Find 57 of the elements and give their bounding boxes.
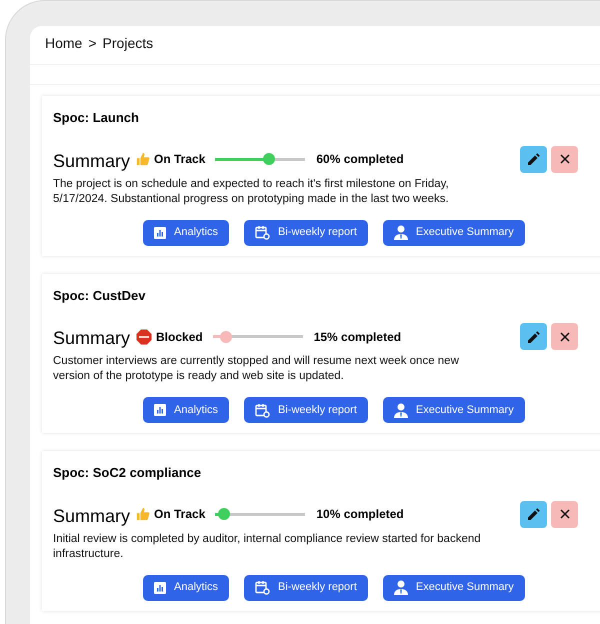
person-icon — [394, 580, 408, 595]
edit-button[interactable] — [520, 323, 547, 350]
close-button[interactable] — [551, 500, 578, 528]
project-title: Spoc: SoC2 compliance — [53, 464, 202, 482]
action-button[interactable]: Analytics — [143, 220, 230, 246]
progress-slider[interactable] — [215, 153, 306, 165]
thumbs-up-icon — [136, 152, 150, 166]
status-label: On Track — [154, 151, 206, 168]
project-description: The project is on schedule and expected to reach it's first milestone on Friday, 5/17/2024. Substantional progress on prototyping made in the last two weeks. — [53, 176, 450, 206]
progress-slider[interactable] — [215, 508, 306, 520]
close-icon — [560, 332, 570, 342]
bar-chart-icon — [154, 404, 166, 416]
bar-chart-icon — [154, 226, 166, 238]
action-button[interactable]: Analytics — [143, 397, 230, 423]
pencil-icon — [528, 153, 540, 165]
progress-slider[interactable] — [212, 330, 303, 342]
action-button[interactable]: Executive Summary — [382, 397, 525, 423]
bar-chart-icon — [154, 582, 166, 594]
slider-thumb[interactable] — [263, 153, 276, 165]
close-icon — [560, 509, 570, 519]
summary-heading: Summary — [53, 327, 130, 350]
status-label: On Track — [154, 506, 206, 523]
calendar-icon — [255, 580, 270, 595]
project-description: Initial review is completed by auditor, internal compliance review started for backend infrastructure. — [53, 532, 482, 562]
action-button[interactable]: Analytics — [143, 574, 230, 600]
action-button[interactable]: Bi-weekly report — [244, 220, 368, 246]
breadcrumb-current: Projects — [102, 34, 154, 53]
edit-button[interactable] — [520, 500, 547, 528]
progress-reading: 15% completed — [314, 328, 402, 346]
action-button[interactable]: Bi-weekly report — [244, 574, 368, 600]
summary-heading: Summary — [53, 504, 130, 528]
edit-button[interactable] — [520, 146, 547, 172]
stop-sign-icon — [136, 328, 152, 344]
slider-thumb[interactable] — [218, 508, 230, 520]
action-button[interactable]: Executive Summary — [382, 220, 525, 246]
action-button[interactable]: Executive Summary — [382, 574, 525, 600]
project-title: Spoc: CustDev — [53, 286, 146, 305]
person-icon — [394, 402, 408, 418]
close-icon — [560, 154, 570, 164]
thumbs-up-icon — [136, 507, 150, 521]
pencil-icon — [528, 330, 540, 342]
breadcrumb-item[interactable]: Home — [45, 32, 82, 54]
status-label: Blocked — [156, 328, 203, 346]
project-description: Customer interviews are currently stopped and will resume next week once new version of the prototype is ready and web site is updated. — [53, 354, 460, 384]
summary-heading: Summary — [53, 150, 130, 173]
project-title: Spoc: Launch — [53, 109, 140, 127]
close-button[interactable] — [551, 146, 578, 172]
progress-reading: 10% completed — [316, 506, 404, 523]
breadcrumb-item: > — [88, 34, 97, 52]
close-button[interactable] — [551, 323, 578, 350]
action-button[interactable]: Bi-weekly report — [244, 397, 368, 423]
slider-thumb[interactable] — [220, 330, 232, 342]
calendar-icon — [255, 225, 270, 240]
progress-reading: 60% completed — [316, 151, 404, 168]
person-icon — [394, 225, 408, 240]
pencil-icon — [528, 508, 540, 520]
calendar-icon — [255, 402, 270, 418]
